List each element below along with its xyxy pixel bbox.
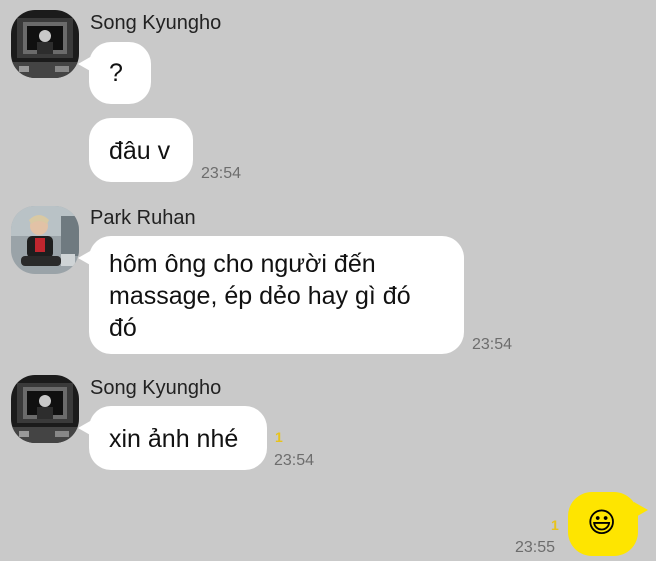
message-text: đâu v	[109, 137, 171, 165]
unread-count: 1	[275, 429, 283, 445]
message-text-line: massage, ép dẻo hay gì đó	[109, 282, 411, 310]
my-message-bubble[interactable]: 😃	[568, 492, 648, 556]
message-text: xin ảnh nhé	[109, 425, 239, 453]
message-text-line: đó	[109, 314, 137, 342]
message-bubble[interactable]: đâu v	[89, 118, 193, 182]
message-timestamp: 23:54	[201, 165, 242, 182]
sender-name: Park Ruhan	[90, 207, 196, 229]
message-bubble[interactable]: hôm ông cho người đến massage, ép dẻo ha…	[78, 236, 464, 354]
avatar[interactable]	[11, 206, 79, 274]
unread-count: 1	[551, 517, 559, 533]
avatar[interactable]	[11, 375, 79, 443]
message-timestamp: 23:55	[515, 539, 556, 556]
message-bubble[interactable]: ?	[78, 42, 151, 104]
sender-name: Song Kyungho	[90, 377, 222, 399]
message-bubble[interactable]: xin ảnh nhé	[78, 406, 267, 470]
message-text: ?	[109, 59, 123, 87]
sender-name: Song Kyungho	[90, 12, 222, 34]
message-text-line: hôm ông cho người đến	[109, 250, 376, 278]
avatar[interactable]	[11, 10, 79, 78]
message-timestamp: 23:54	[472, 336, 513, 353]
smiley-emoji-icon: 😃	[587, 506, 617, 539]
message-timestamp: 23:54	[274, 452, 315, 469]
